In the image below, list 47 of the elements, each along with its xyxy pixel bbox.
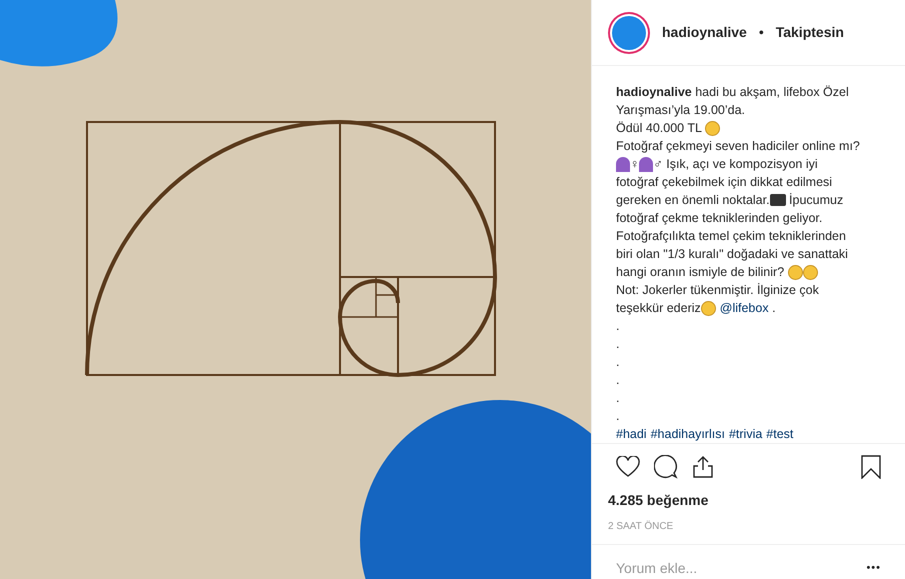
avatar[interactable] — [608, 12, 650, 54]
person-icon — [639, 156, 654, 172]
caption-text: . — [616, 336, 620, 353]
comment-field[interactable]: Yorum ekle... — [616, 558, 866, 578]
caption-text: ♀ — [630, 156, 640, 173]
caption-text: . — [616, 354, 620, 371]
smiley-icon — [802, 264, 818, 280]
separator: • — [758, 23, 764, 42]
tag-link[interactable]: @lifebox — [720, 299, 769, 317]
caption-text: Not: Jokerler tükenmiştir. İlginize çok — [616, 282, 819, 299]
person-icon — [616, 156, 630, 172]
caption-text: Ödül 40.000 TL — [616, 120, 702, 137]
heart-icon[interactable] — [616, 456, 640, 478]
caption-text: hangi oranın ismiyle de bilinir? — [616, 264, 786, 281]
caption-text: . — [616, 318, 620, 335]
caption-text: . — [771, 300, 776, 317]
caption-text: fotoğraf çekebilmek için dikkat edilmesi — [616, 174, 832, 191]
caption-text: hadi bu akşam, lifebox Özel — [694, 84, 849, 101]
caption-text: biri olan "1/3 kuralı" doğadaki ve sanattaki — [616, 246, 848, 263]
caption-text: Fotoğrafçılıkta temel çekim tekniklerinden — [616, 228, 846, 245]
username-link[interactable]: hadioynalive — [616, 83, 692, 101]
caption-text: fotoğraf çekme tekniklerinden geliyor. — [616, 210, 822, 227]
bookmark-icon[interactable] — [861, 455, 881, 479]
post-time: 2 SAAT ÖNCE — [592, 511, 905, 545]
tag-link[interactable]: #hadihayırlısı — [650, 425, 725, 443]
caption-text: Fotoğraf çekmeyi seven hadiciler online mı? — [616, 138, 860, 155]
caption-text: ♂ Işık, açı ve kompozisyon iyi — [653, 156, 818, 173]
likes-count[interactable]: 4.285 beğenme — [592, 490, 905, 511]
username-link[interactable]: hadioynalive — [662, 22, 747, 43]
camera-icon — [770, 194, 786, 206]
share-icon[interactable] — [692, 455, 714, 479]
caption-text: İpucumuz — [788, 192, 844, 209]
tag-link[interactable]: #trivia — [728, 425, 762, 443]
smiley-icon — [704, 120, 720, 136]
tag-link[interactable]: #test — [766, 425, 794, 443]
caption-text: . — [616, 372, 620, 389]
smiley-icon — [700, 300, 716, 316]
caption-text: gereken en önemli noktalar. — [616, 192, 770, 209]
smiley-icon — [788, 264, 803, 280]
caption-text: . — [616, 408, 620, 425]
tag-link[interactable]: #hadi — [616, 425, 647, 443]
comment-icon[interactable] — [654, 455, 678, 479]
caption-text: . — [616, 390, 620, 407]
caption-text: teşekkür ederiz — [616, 300, 701, 317]
caption-text: Yarışması’yla 19.00’da. — [616, 102, 745, 119]
following-button[interactable]: Takiptesin — [776, 22, 844, 43]
more-options-button[interactable]: ••• — [866, 560, 881, 576]
